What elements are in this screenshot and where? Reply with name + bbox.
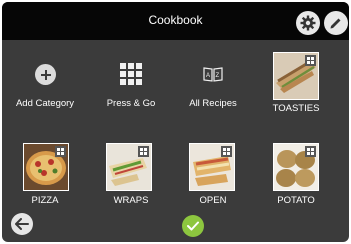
back-button[interactable] bbox=[11, 213, 33, 235]
top-bar: Cookbook bbox=[2, 2, 349, 40]
category-badge-icon bbox=[305, 55, 316, 66]
toastie-photo bbox=[273, 52, 319, 100]
confirm-button[interactable] bbox=[182, 215, 204, 237]
pizza-tile[interactable]: PIZZA bbox=[2, 141, 88, 206]
gear-icon bbox=[300, 15, 316, 31]
checkmark-icon bbox=[187, 221, 199, 231]
open-book-icon: A Z bbox=[203, 67, 223, 82]
category-badge-icon bbox=[55, 146, 66, 157]
svg-text:A: A bbox=[206, 73, 210, 79]
pencil-icon bbox=[330, 18, 341, 29]
open-sandwich-photo bbox=[189, 143, 235, 191]
svg-text:Z: Z bbox=[216, 73, 220, 79]
plus-icon bbox=[35, 64, 56, 85]
tile-label: TOASTIES bbox=[272, 103, 320, 114]
toasties-tile[interactable]: TOASTIES bbox=[253, 52, 339, 117]
tile-label: Add Category bbox=[15, 98, 75, 109]
category-badge-icon bbox=[138, 146, 149, 157]
settings-button[interactable] bbox=[296, 11, 320, 35]
tile-label: OPEN bbox=[199, 195, 227, 206]
wraps-tile[interactable]: WRAPS bbox=[88, 141, 174, 206]
potato-tile[interactable]: POTATO bbox=[253, 141, 339, 206]
category-badge-icon bbox=[305, 146, 316, 157]
tile-label: WRAPS bbox=[113, 195, 149, 206]
tile-label: POTATO bbox=[277, 195, 315, 206]
wraps-photo bbox=[106, 143, 152, 191]
open-sandwich-tile[interactable]: OPEN bbox=[170, 141, 256, 206]
potato-photo bbox=[273, 143, 319, 191]
tile-label: All Recipes bbox=[189, 98, 237, 109]
grid-icon bbox=[120, 63, 142, 85]
tile-label: Press & Go bbox=[106, 98, 156, 109]
tile-label: PIZZA bbox=[31, 195, 59, 206]
edit-button[interactable] bbox=[324, 11, 348, 35]
pizza-photo bbox=[23, 143, 69, 191]
add-category-tile[interactable]: Add Category bbox=[2, 52, 88, 117]
category-badge-icon bbox=[221, 146, 232, 157]
arrow-left-icon bbox=[15, 218, 29, 230]
all-recipes-tile[interactable]: A Z All Recipes bbox=[170, 52, 256, 117]
cookbook-screen: Cookbook Add Category Press & Go A Z All… bbox=[2, 2, 349, 242]
press-and-go-tile[interactable]: Press & Go bbox=[88, 52, 174, 117]
